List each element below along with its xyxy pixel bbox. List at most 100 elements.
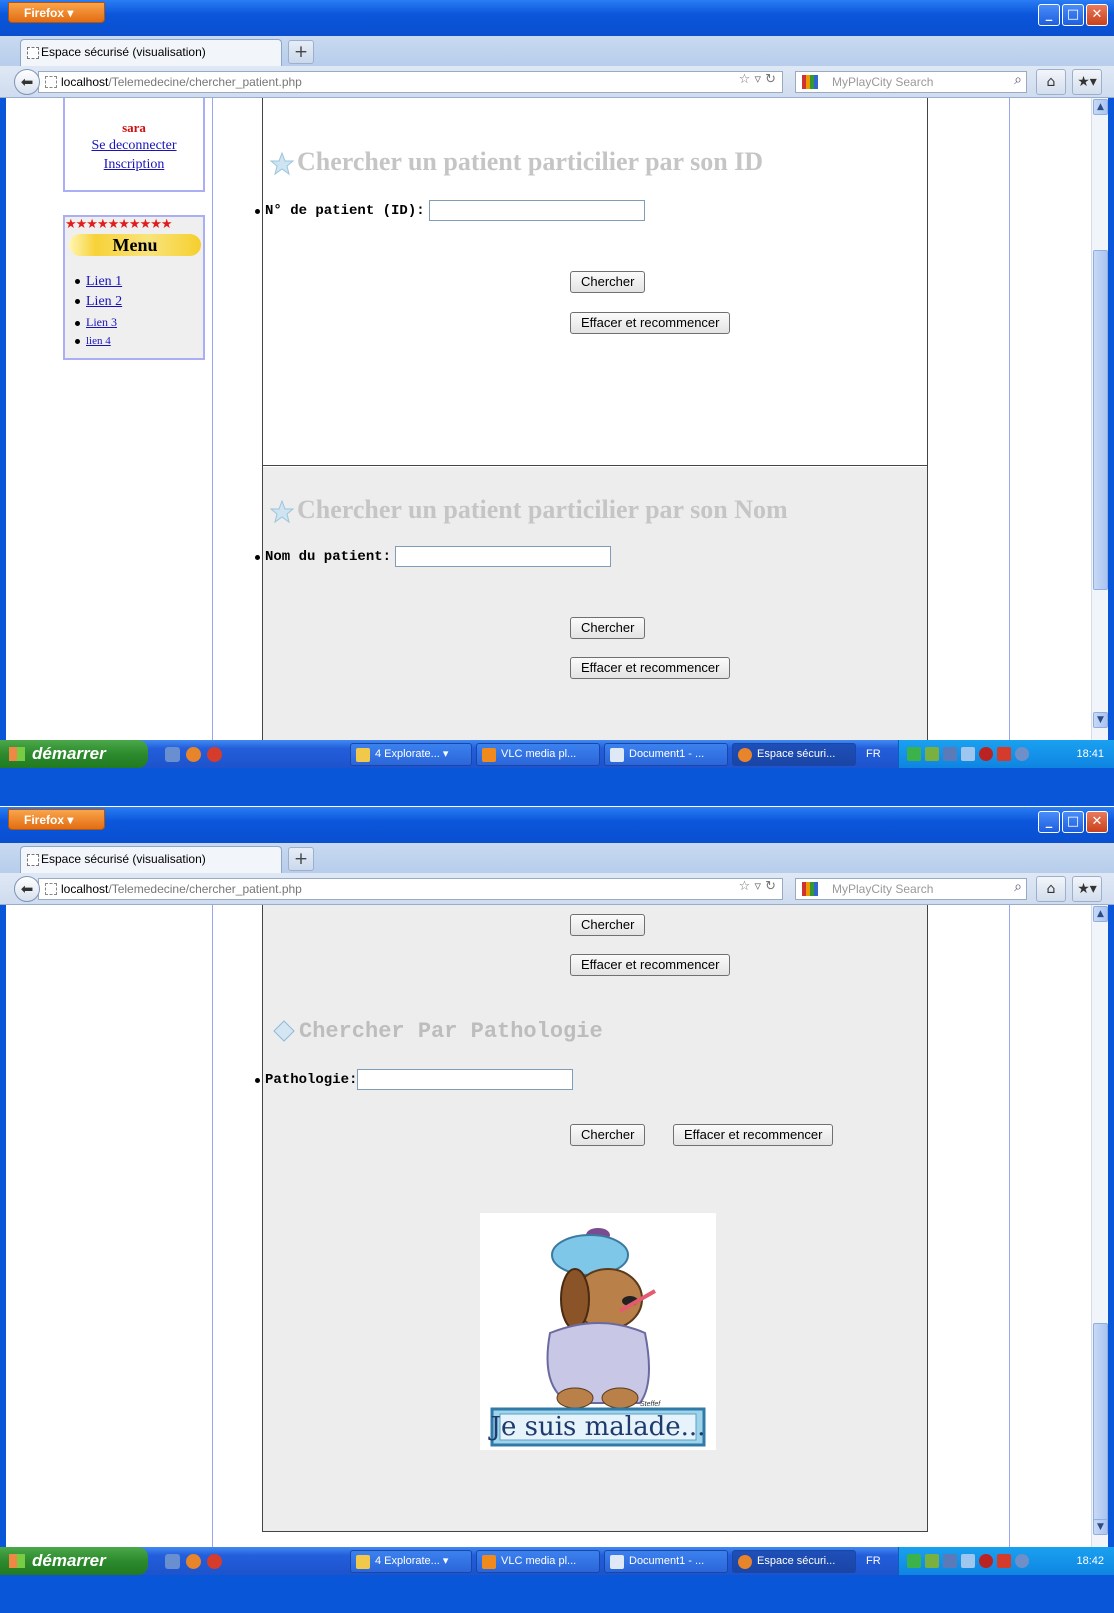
url-path: /Telemedecine/chercher_patient.php [108,75,302,89]
minimize-button[interactable]: _ [1038,811,1060,833]
tray-network-icon[interactable] [925,747,939,761]
tray-security-icon[interactable] [979,747,993,761]
scroll-down-arrow[interactable]: ▼ [1093,712,1108,728]
scroll-thumb[interactable] [1093,250,1108,590]
search-name-button[interactable]: Chercher [570,617,646,639]
reset-name-button[interactable]: Effacer et recommencer [570,657,731,679]
url-bar[interactable]: localhost/Telemedecine/chercher_patient.… [38,878,783,900]
taskbar-item-firefox[interactable]: Espace sécuri... [732,1550,856,1573]
language-indicator[interactable]: FR [866,740,881,768]
close-button[interactable]: ✕ [1086,4,1108,26]
search-icon[interactable]: ⌕ [1014,72,1022,88]
scroll-thumb[interactable] [1093,1323,1108,1528]
language-indicator[interactable]: FR [866,1547,881,1575]
column-divider-right [1009,905,1010,1547]
tray-sync-icon[interactable] [1015,747,1029,761]
patient-id-input[interactable] [428,200,645,221]
windows-taskbar: démarrer 4 Explorate... ▾ VLC media pl..… [0,1547,1114,1575]
speaker-icon[interactable] [961,747,975,761]
search-icon[interactable]: ⌕ [1014,879,1022,895]
tray-app-icon[interactable] [943,1554,957,1568]
page-viewport: sara Se deconnecter Inscription ★★★★★★★★… [6,98,1108,740]
search-pathology-button[interactable]: Chercher [570,1124,646,1146]
search-id-button[interactable]: Chercher [570,271,646,293]
tray-app-icon[interactable] [907,1554,921,1568]
taskbar-item-vlc[interactable]: VLC media pl... [476,743,600,766]
patient-name-label: Nom du patient: [265,548,392,565]
firefox-menu-button[interactable]: Firefox ▾ [8,2,105,23]
bookmark-star-icon[interactable]: ☆ ▿ ↻ [739,879,776,894]
firefox-menu-button[interactable]: Firefox ▾ [8,809,105,830]
show-desktop-icon[interactable] [165,1554,180,1569]
reset-id-button[interactable]: Effacer et recommencer [570,312,731,334]
home-button[interactable]: ⌂ [1036,69,1066,95]
signup-link[interactable]: Inscription [65,157,203,173]
maximize-button[interactable]: □ [1062,811,1084,833]
browser-tab[interactable]: Espace sécurisé (visualisation) [20,846,282,873]
column-divider-left [212,98,213,740]
maximize-button[interactable]: □ [1062,4,1084,26]
close-button[interactable]: ✕ [1086,811,1108,833]
chrome-launch-icon[interactable] [207,747,222,762]
menu-item-3[interactable]: Lien 3 [75,315,117,330]
home-button[interactable]: ⌂ [1036,876,1066,902]
navigation-bar: localhost/Telemedecine/chercher_patient.… [0,873,1114,905]
patient-name-row: Nom du patient: [265,546,612,567]
search-bar[interactable]: MyPlayCity Search ⌕ [795,878,1027,900]
new-tab-button[interactable]: + [288,847,314,871]
back-button[interactable]: ⬅ [14,69,40,95]
reset-name-button[interactable]: Effacer et recommencer [570,954,731,976]
search-bar[interactable]: MyPlayCity Search ⌕ [795,71,1027,93]
pathology-input[interactable] [357,1069,574,1090]
bookmarks-menu-button[interactable]: ★▾ [1072,876,1102,902]
scroll-up-arrow[interactable]: ▲ [1093,906,1108,922]
tray-app-icon[interactable] [907,747,921,761]
acrobat-icon[interactable] [997,1554,1011,1568]
firefox-launch-icon[interactable] [186,747,201,762]
column-divider-right [1009,98,1010,740]
taskbar-item-firefox[interactable]: Espace sécuri... [732,743,856,766]
vertical-scrollbar[interactable]: ▲ ▼ [1091,905,1108,1547]
menu-title: Menu [69,234,201,256]
start-button[interactable]: démarrer [0,1547,148,1575]
start-button[interactable]: démarrer [0,740,148,768]
minimize-button[interactable]: _ [1038,4,1060,26]
url-path: /Telemedecine/chercher_patient.php [108,882,302,896]
vertical-scrollbar[interactable]: ▲ ▼ [1091,98,1108,740]
menu-item-2[interactable]: Lien 2 [75,294,122,310]
page-icon [27,854,39,866]
tray-network-icon[interactable] [925,1554,939,1568]
scroll-down-arrow[interactable]: ▼ [1093,1519,1108,1535]
tray-security-icon[interactable] [979,1554,993,1568]
logout-link[interactable]: Se deconnecter [65,138,203,154]
bookmark-star-icon[interactable]: ☆ ▿ ↻ [739,72,776,87]
speaker-icon[interactable] [961,1554,975,1568]
tray-sync-icon[interactable] [1015,1554,1029,1568]
taskbar-item-document[interactable]: Document1 - ... [604,743,728,766]
patient-name-input[interactable] [395,546,612,567]
acrobat-icon[interactable] [997,747,1011,761]
bookmarks-menu-button[interactable]: ★▾ [1072,69,1102,95]
show-desktop-icon[interactable] [165,747,180,762]
reset-pathology-button[interactable]: Effacer et recommencer [673,1124,834,1146]
taskbar-item-vlc[interactable]: VLC media pl... [476,1550,600,1573]
browser-tab[interactable]: Espace sécurisé (visualisation) [20,39,282,66]
search-engine-icon [802,882,818,896]
back-button[interactable]: ⬅ [14,876,40,902]
chrome-launch-icon[interactable] [207,1554,222,1569]
firefox-launch-icon[interactable] [186,1554,201,1569]
taskbar-item-document[interactable]: Document1 - ... [604,1550,728,1573]
new-tab-button[interactable]: + [288,40,314,64]
menu-item-4[interactable]: lien 4 [75,335,111,347]
scroll-up-arrow[interactable]: ▲ [1093,99,1108,115]
search-name-button[interactable]: Chercher [570,914,646,936]
search-pathology-heading: Chercher Par Pathologie [271,1018,603,1044]
taskbar-item-explorer[interactable]: 4 Explorate... ▾ [350,1550,472,1573]
tray-app-icon[interactable] [943,747,957,761]
bullet [255,1078,260,1083]
taskbar-item-explorer[interactable]: 4 Explorate... ▾ [350,743,472,766]
tab-title: Espace sécurisé (visualisation) [41,45,206,59]
menu-item-1[interactable]: Lien 1 [75,274,122,290]
url-bar[interactable]: localhost/Telemedecine/chercher_patient.… [38,71,783,93]
windows-flag-icon [9,1554,25,1568]
